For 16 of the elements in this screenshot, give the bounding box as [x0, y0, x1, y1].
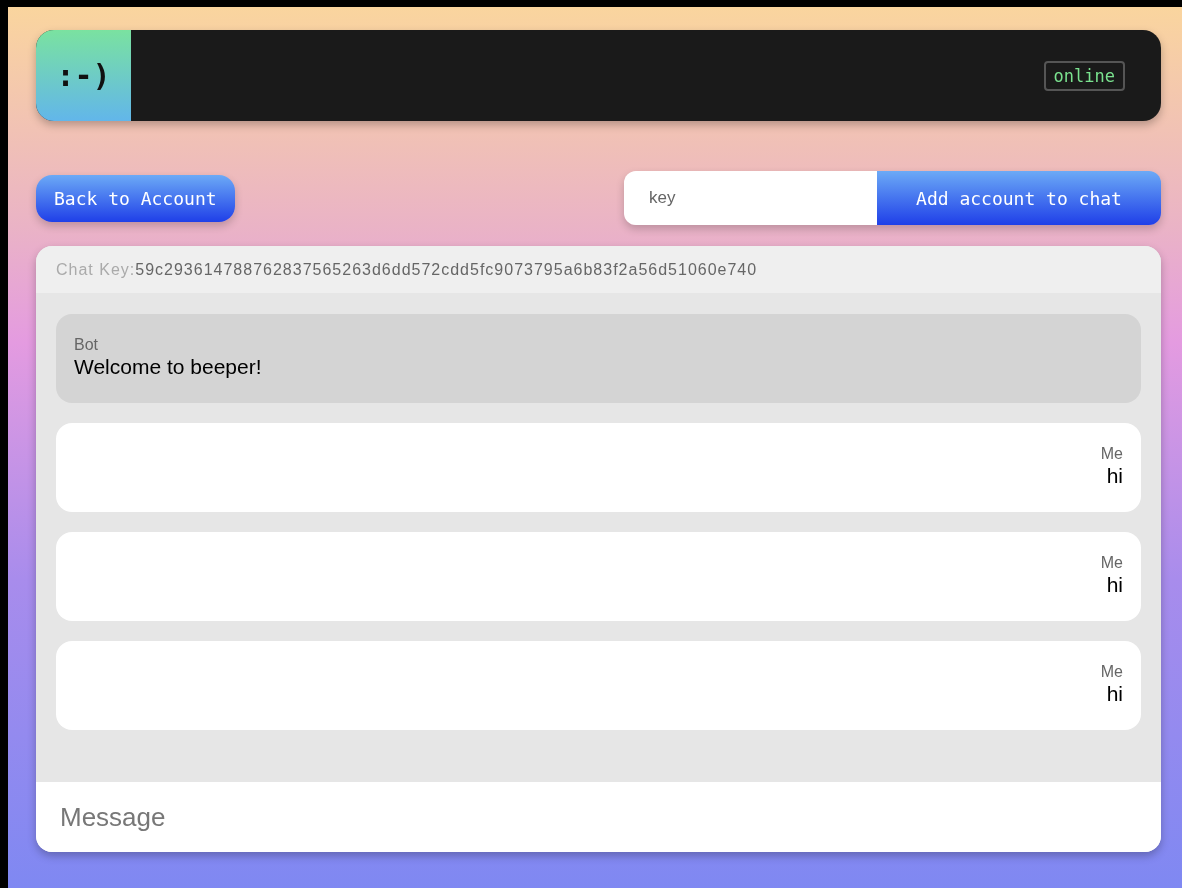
- message-text: hi: [1105, 464, 1123, 488]
- message-text: Welcome to beeper!: [74, 355, 263, 379]
- back-button[interactable]: Back to Account: [36, 174, 235, 222]
- message-field[interactable]: Message: [36, 782, 1161, 852]
- status-badge: online: [1043, 60, 1125, 91]
- key-label: Chat Key:: [56, 260, 136, 279]
- key-field[interactable]: key: [624, 171, 877, 225]
- sender-name: Bot: [74, 336, 99, 354]
- sender-name: Me: [1099, 554, 1123, 572]
- message-text: hi: [1105, 573, 1123, 597]
- message-text: hi: [1105, 682, 1123, 706]
- sender-name: Me: [1099, 663, 1123, 681]
- logo: :-): [36, 30, 131, 121]
- key-value: 59c293614788762837565263d6dd572cdd5fc9073795a6b83f2a56d51060e740: [135, 260, 758, 279]
- sender-name: Me: [1099, 445, 1123, 463]
- add-account-button[interactable]: Add account to chat: [877, 171, 1161, 225]
